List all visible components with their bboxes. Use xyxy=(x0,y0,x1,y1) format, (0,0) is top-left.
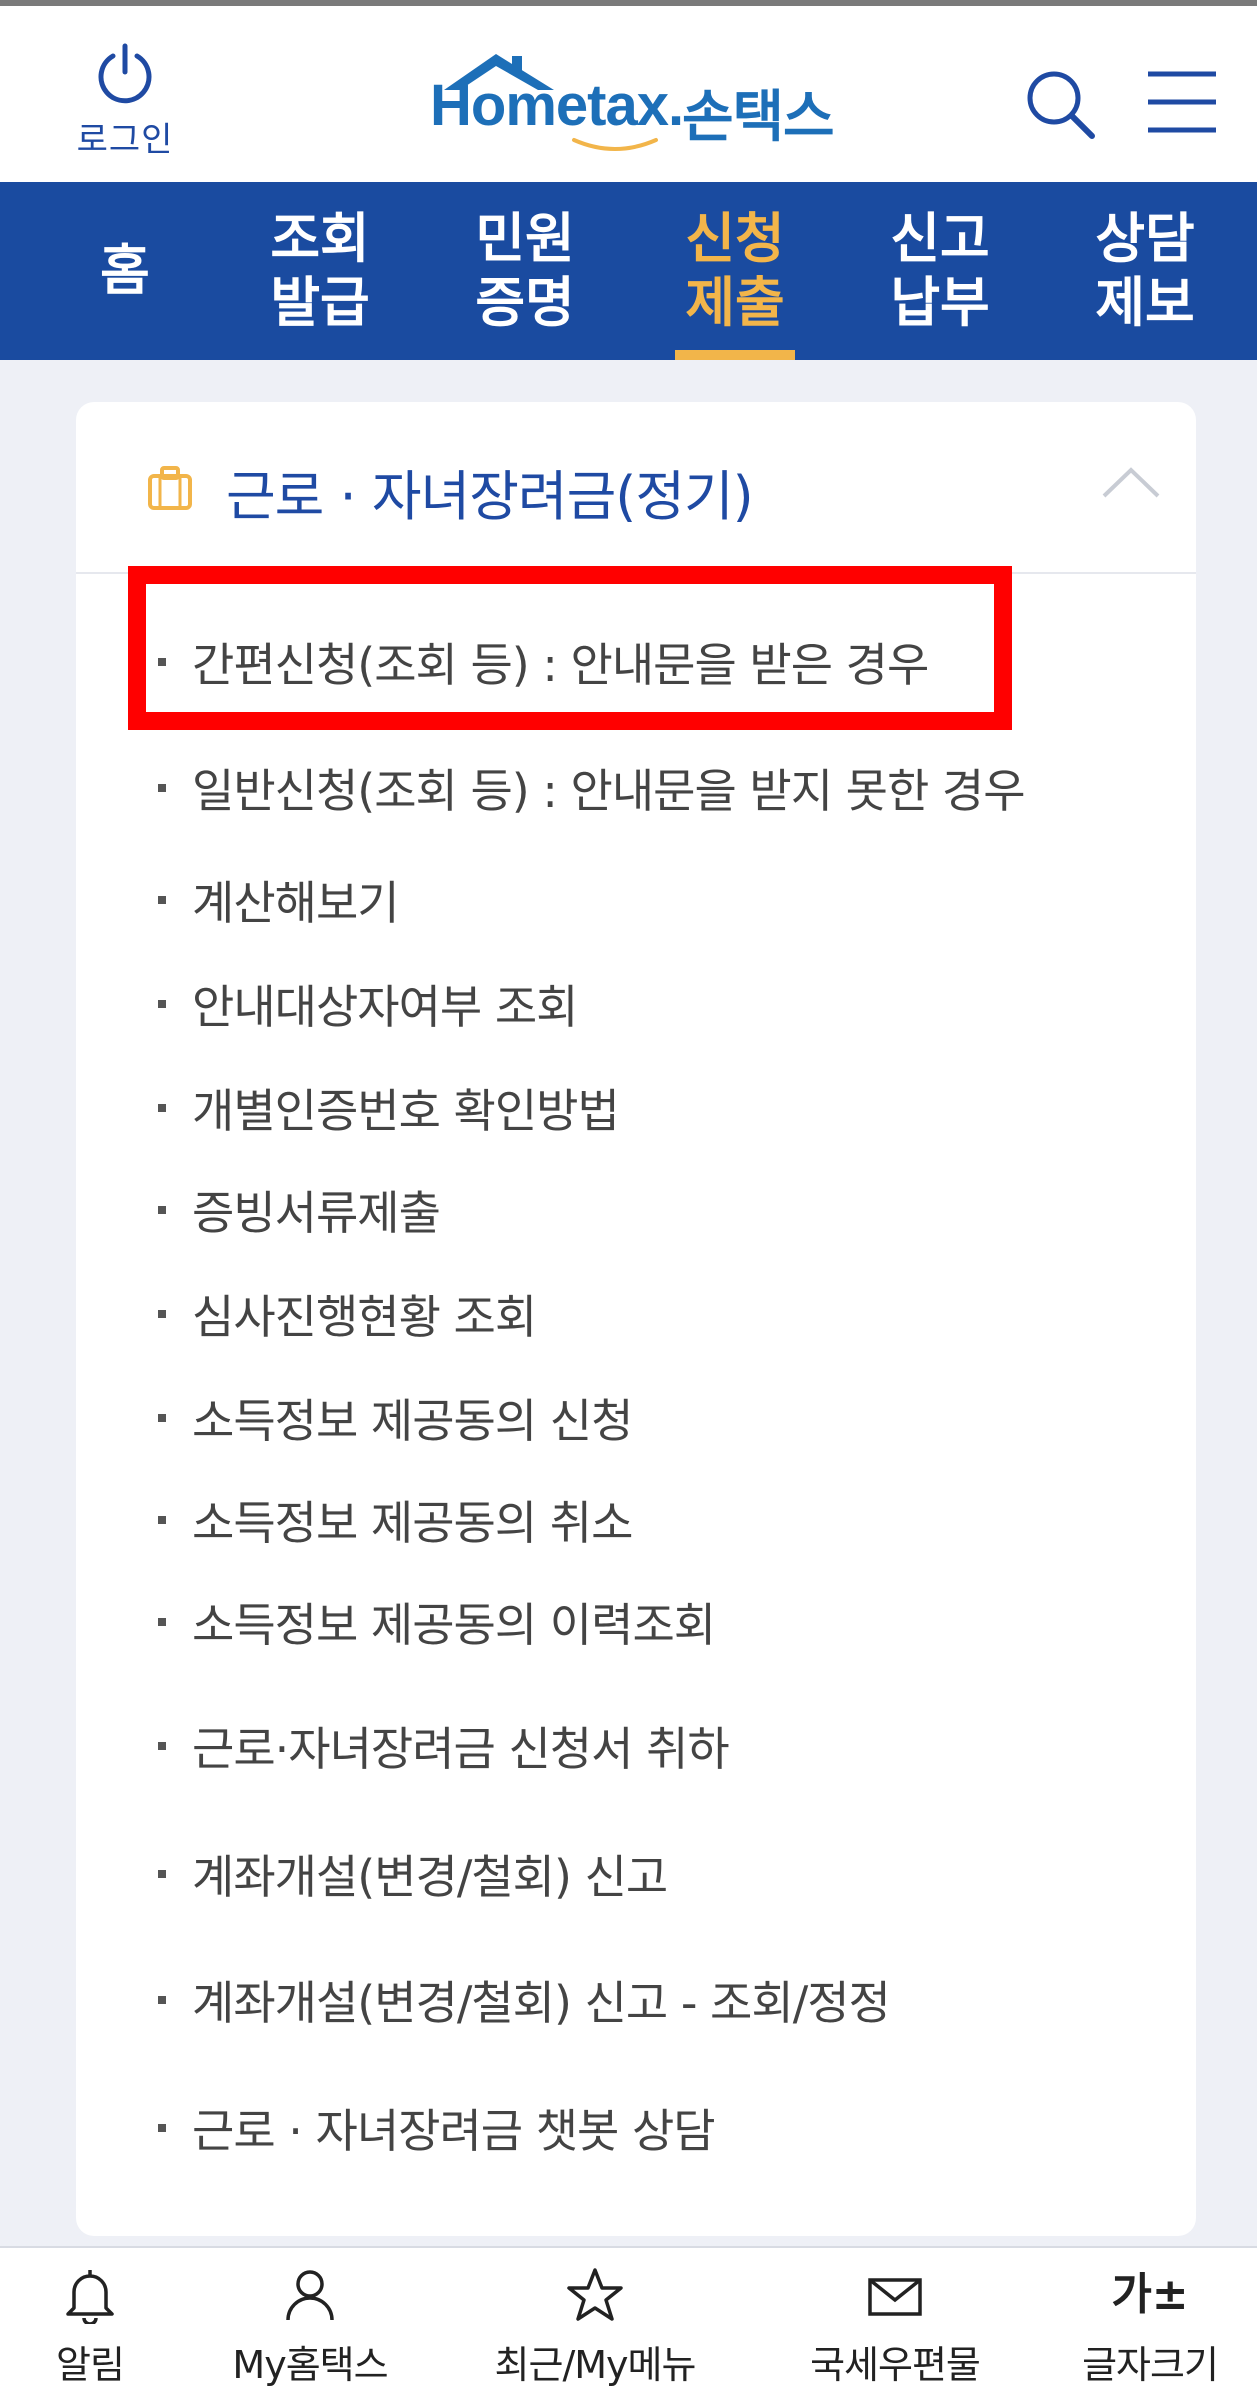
tab-label: My홈택스 xyxy=(232,2343,388,2387)
tab-label: 최근/My메뉴 xyxy=(494,2343,697,2387)
menu-item-account-report-edit[interactable]: 계좌개설(변경/철회) 신고 - 조회/정정 xyxy=(158,1960,891,2040)
font-size-icon: 가± xyxy=(1111,2269,1189,2320)
bullet-icon xyxy=(158,1206,166,1214)
menu-item-label: 일반신청(조회 등) : 안내문을 받지 못한 경우 xyxy=(192,764,1026,818)
tab-my-hometax[interactable]: My홈택스 xyxy=(200,2266,420,2406)
nav-label-line2: 제출 xyxy=(685,271,785,334)
search-icon xyxy=(1027,71,1095,139)
bottom-tab-bar: 알림 My홈택스 최근/My메뉴 국세우편물 가± 글자크기 xyxy=(0,2246,1257,2408)
bullet-icon xyxy=(158,1104,166,1112)
envelope-icon xyxy=(868,2278,922,2316)
menu-item-label: 소득정보 제공동의 신청 xyxy=(192,1394,633,1448)
menu-item-label: 개별인증번호 확인방법 xyxy=(192,1084,620,1138)
nav-label-line2: 납부 xyxy=(890,271,990,334)
hamburger-icon xyxy=(1148,71,1216,133)
login-label: 로그인 xyxy=(76,120,174,160)
person-icon xyxy=(286,2270,334,2321)
hamburger-menu-button[interactable] xyxy=(1142,66,1222,146)
search-button[interactable] xyxy=(1020,64,1100,144)
menu-item-consent-history[interactable]: 소득정보 제공동의 이력조회 xyxy=(158,1582,716,1662)
star-icon xyxy=(567,2268,623,2321)
login-button[interactable]: 로그인 xyxy=(60,42,190,162)
tab-font-size[interactable]: 가± 글자크기 xyxy=(1060,2266,1240,2406)
tab-notifications[interactable]: 알림 xyxy=(20,2266,160,2406)
menu-item-label: 근로 · 자녀장려금 챗봇 상담 xyxy=(192,2104,716,2158)
menu-item-auth-number[interactable]: 개별인증번호 확인방법 xyxy=(158,1068,620,1148)
menu-item-review-status[interactable]: 심사진행현황 조회 xyxy=(158,1274,537,1354)
nav-report-pay[interactable]: 신고 납부 xyxy=(880,182,1000,360)
main-nav: 홈 조회 발급 민원 증명 신청 제출 신고 납부 상담 제보 xyxy=(0,182,1257,360)
briefcase-icon xyxy=(148,466,192,510)
nav-label-line1: 신고 xyxy=(890,207,990,270)
section-title: 근로 · 자녀장려금(정기) xyxy=(226,465,754,528)
tab-label: 국세우편물 xyxy=(810,2343,981,2387)
app-header: 로그인 Hometax. 손택스 xyxy=(0,6,1257,182)
menu-item-target-check[interactable]: 안내대상자여부 조회 xyxy=(158,964,579,1044)
tab-label: 알림 xyxy=(56,2343,125,2387)
nav-label-line2: 증명 xyxy=(475,271,575,334)
menu-item-label: 심사진행현황 조회 xyxy=(192,1290,537,1344)
bullet-icon xyxy=(158,658,166,666)
nav-label-line2: 발급 xyxy=(270,271,370,334)
menu-item-account-report[interactable]: 계좌개설(변경/철회) 신고 xyxy=(158,1834,668,1914)
chevron-up-icon[interactable] xyxy=(1100,462,1162,502)
tab-label: 글자크기 xyxy=(1082,2343,1219,2387)
menu-item-consent-apply[interactable]: 소득정보 제공동의 신청 xyxy=(158,1378,633,1458)
hometax-logo[interactable]: Hometax. 손택스 xyxy=(420,50,860,160)
nav-label-line1: 신청 xyxy=(685,207,785,270)
menu-item-label: 증빙서류제출 xyxy=(192,1186,441,1240)
menu-item-label: 안내대상자여부 조회 xyxy=(192,980,579,1034)
section-header[interactable]: 근로 · 자녀장려금(정기) xyxy=(76,402,1196,574)
nav-inquiry-issue[interactable]: 조회 발급 xyxy=(260,182,380,360)
nav-civil-cert[interactable]: 민원 증명 xyxy=(465,182,585,360)
bullet-icon xyxy=(158,2124,166,2132)
menu-item-calculate[interactable]: 계산해보기 xyxy=(158,860,400,940)
menu-item-general-apply[interactable]: 일반신청(조회 등) : 안내문을 받지 못한 경우 xyxy=(158,748,1026,828)
menu-item-label: 계좌개설(변경/철회) 신고 xyxy=(192,1850,668,1904)
bullet-icon xyxy=(158,1870,166,1878)
bullet-icon xyxy=(158,1618,166,1626)
logo-text-en: Hometax. xyxy=(430,73,684,138)
bullet-icon xyxy=(158,1516,166,1524)
bullet-icon xyxy=(158,1000,166,1008)
nav-apply-submit[interactable]: 신청 제출 xyxy=(675,182,795,360)
nav-label-line2: 제보 xyxy=(1095,271,1195,334)
bell-icon xyxy=(66,2270,114,2324)
bullet-icon xyxy=(158,896,166,904)
menu-item-label: 소득정보 제공동의 취소 xyxy=(192,1496,633,1550)
nav-label-line1: 상담 xyxy=(1095,207,1195,270)
menu-item-withdraw-application[interactable]: 근로·자녀장려금 신청서 취하 xyxy=(158,1706,730,1786)
menu-item-label: 소득정보 제공동의 이력조회 xyxy=(192,1598,716,1652)
tab-recent-menu[interactable]: 최근/My메뉴 xyxy=(460,2266,730,2406)
nav-consult-report[interactable]: 상담 제보 xyxy=(1085,182,1205,360)
bullet-icon xyxy=(158,1996,166,2004)
nav-home[interactable]: 홈 xyxy=(70,182,180,360)
bullet-icon xyxy=(158,1310,166,1318)
bullet-icon xyxy=(158,1742,166,1750)
menu-item-submit-documents[interactable]: 증빙서류제출 xyxy=(158,1170,441,1250)
section-card: 근로 · 자녀장려금(정기) 간편신청(조회 등) : 안내문을 받은 경우 일… xyxy=(76,402,1196,2236)
menu-item-consent-cancel[interactable]: 소득정보 제공동의 취소 xyxy=(158,1480,633,1560)
menu-item-chatbot[interactable]: 근로 · 자녀장려금 챗봇 상담 xyxy=(158,2088,716,2168)
logo-smile-icon xyxy=(572,138,658,151)
menu-item-label: 계산해보기 xyxy=(192,876,400,930)
nav-label: 홈 xyxy=(100,239,150,302)
menu-item-label: 근로·자녀장려금 신청서 취하 xyxy=(192,1722,730,1776)
nav-label-line1: 조회 xyxy=(270,207,370,270)
logo-text-ko: 손택스 xyxy=(682,85,835,150)
bullet-icon xyxy=(158,784,166,792)
bullet-icon xyxy=(158,1414,166,1422)
tab-tax-mail[interactable]: 국세우편물 xyxy=(780,2266,1010,2406)
menu-item-simple-apply[interactable]: 간편신청(조회 등) : 안내문을 받은 경우 xyxy=(158,622,929,702)
menu-item-label: 계좌개설(변경/철회) 신고 - 조회/정정 xyxy=(192,1976,891,2030)
power-icon xyxy=(98,43,152,104)
nav-label-line1: 민원 xyxy=(475,207,575,270)
menu-item-label: 간편신청(조회 등) : 안내문을 받은 경우 xyxy=(192,638,929,692)
